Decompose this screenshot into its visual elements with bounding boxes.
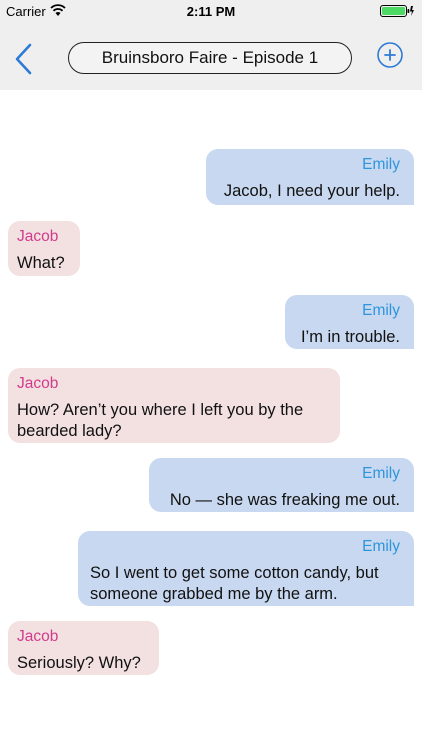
back-button[interactable] xyxy=(12,42,36,76)
message-sender: Jacob xyxy=(17,628,59,645)
episode-title: Bruinsboro Faire - Episode 1 xyxy=(68,42,352,74)
message-text: So I went to get some cotton candy, but … xyxy=(90,564,379,603)
message-bubble: Emily No — she was freaking me out. xyxy=(149,458,414,512)
plus-circle-icon xyxy=(377,42,403,68)
message-sender: Jacob xyxy=(17,228,59,245)
message-text: How? Aren’t you where I left you by the … xyxy=(17,401,304,440)
status-time: 2:11 PM xyxy=(186,4,236,19)
message-sender: Emily xyxy=(362,465,400,482)
message-text: I’m in trouble. xyxy=(300,328,400,346)
message-text: Seriously? Why? xyxy=(17,654,141,672)
message-bubble: Jacob How? Aren’t you where I left you b… xyxy=(8,368,340,443)
message-bubble: Emily Jacob, I need your help. xyxy=(206,149,414,205)
message-sender: Jacob xyxy=(17,375,59,392)
message-bubble: Emily So I went to get some cotton candy… xyxy=(78,531,414,606)
message-sender: Emily xyxy=(362,302,400,319)
message-sender: Emily xyxy=(362,538,400,555)
message-text: What? xyxy=(17,254,65,272)
add-button[interactable] xyxy=(376,41,404,69)
chat-thread[interactable]: Emily Jacob, I need your help. Jacob Wha… xyxy=(0,90,422,750)
message-text: Jacob, I need your help. xyxy=(223,182,400,200)
navigation-bar: Bruinsboro Faire - Episode 1 xyxy=(0,24,422,90)
message-text: No — she was freaking me out. xyxy=(169,491,400,509)
message-bubble: Jacob Seriously? Why? xyxy=(8,621,159,675)
message-bubble: Jacob What? xyxy=(8,221,80,276)
status-bar: Carrier 2:11 PM xyxy=(0,0,422,24)
message-bubble: Emily I’m in trouble. xyxy=(285,295,414,349)
message-sender: Emily xyxy=(362,156,400,173)
battery-icon xyxy=(380,5,414,17)
chevron-left-icon xyxy=(15,43,32,75)
